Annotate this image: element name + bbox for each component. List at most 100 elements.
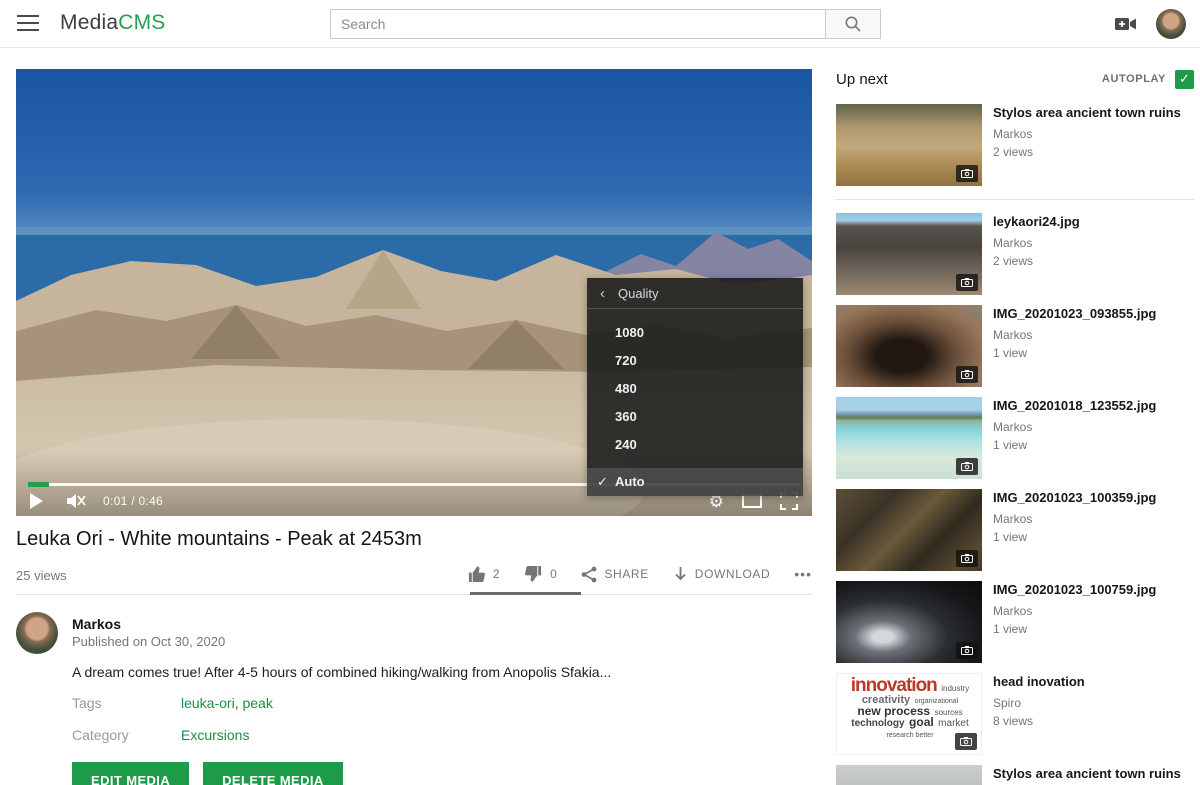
thumbs-down-icon [524,565,543,583]
like-count: 2 [493,567,500,581]
camera-badge [956,550,978,567]
item-title[interactable]: leykaori24.jpg [993,214,1080,230]
search-input[interactable] [330,9,825,39]
quality-option-720[interactable]: 720 [587,347,803,375]
item-title[interactable]: Stylos area ancient town ruins [993,105,1181,121]
hamburger-menu-icon[interactable] [17,15,39,31]
list-item[interactable]: innovation industry creativity organizat… [836,673,1194,755]
tags-label: Tags [72,695,102,711]
autoplay-control: AUTOPLAY ✓ [1102,70,1194,89]
thumbnail-img-093855 [836,305,982,387]
thumbnail-stylos-ruins-2 [836,765,982,785]
quality-option-240[interactable]: 240 [587,431,803,459]
autoplay-label: AUTOPLAY [1102,73,1166,85]
up-next-title: Up next [836,71,888,88]
quality-option-360[interactable]: 360 [587,403,803,431]
camera-icon [961,554,973,563]
item-author: Markos [993,420,1156,434]
dislike-button[interactable]: 0 [524,565,557,583]
cloud-word: industry [941,684,969,693]
camera-icon [961,462,973,471]
camera-badge [956,165,978,182]
share-label: SHARE [604,567,648,581]
list-item[interactable]: Stylos area ancient town ruins [836,765,1194,785]
camera-badge [956,458,978,475]
published-date: Published on Oct 30, 2020 [72,634,225,649]
camera-badge [956,642,978,659]
cloud-word: innovation [851,677,937,694]
list-item[interactable]: leykaori24.jpg Markos 2 views [836,213,1194,295]
download-icon [673,566,688,583]
quality-auto-label: Auto [615,474,645,489]
item-views: 2 views [993,254,1080,268]
autoplay-checkbox[interactable]: ✓ [1175,70,1194,89]
mediacms-page: MediaCMS [0,0,1200,785]
item-author: Markos [993,127,1181,141]
more-options-button[interactable]: ••• [794,566,812,582]
mediacms-logo[interactable]: MediaCMS [60,11,165,35]
list-item[interactable]: IMG_20201023_100759.jpg Markos 1 view [836,581,1194,663]
user-avatar[interactable] [1156,9,1186,39]
up-next-sidebar: Up next AUTOPLAY ✓ Stylos area ancient t… [836,68,1194,785]
category-label: Category [72,727,129,743]
download-button[interactable]: DOWNLOAD [673,566,770,583]
video-title: Leuka Ori - White mountains - Peak at 24… [16,528,716,551]
chevron-left-icon: ‹ [600,285,605,302]
list-item[interactable]: IMG_20201023_093855.jpg Markos 1 view [836,305,1194,387]
item-title[interactable]: IMG_20201018_123552.jpg [993,398,1156,414]
top-navigation-bar: MediaCMS [0,0,1200,48]
volume-muted-icon [65,492,87,510]
camera-badge [956,366,978,383]
video-description: A dream comes true! After 4-5 hours of c… [72,664,692,680]
item-views: 1 view [993,530,1156,544]
quality-option-auto[interactable]: ✓Auto [587,468,803,496]
video-upload-icon [1114,14,1138,34]
item-views: 1 view [993,346,1156,360]
cloud-word: goal [909,718,934,727]
delete-media-button[interactable]: DELETE MEDIA [203,762,343,785]
search-icon [844,15,862,33]
item-title[interactable]: IMG_20201023_100759.jpg [993,582,1156,598]
list-item[interactable]: IMG_20201023_100359.jpg Markos 1 view [836,489,1194,571]
list-item[interactable]: IMG_20201018_123552.jpg Markos 1 view [836,397,1194,479]
quality-option-1080[interactable]: 1080 [587,319,803,347]
item-author: Markos [993,604,1156,618]
thumbnail-img-100359 [836,489,982,571]
logo-media-text: Media [60,11,118,34]
search-button[interactable] [825,9,881,39]
upload-media-button[interactable] [1114,14,1138,34]
logo-cms-text: CMS [118,11,165,34]
theater-mode-icon[interactable] [742,494,762,508]
edit-media-button[interactable]: EDIT MEDIA [72,762,189,785]
list-item[interactable]: Stylos area ancient town ruins Markos 2 … [836,104,1194,186]
cloud-word: market [938,719,969,728]
share-button[interactable]: SHARE [581,566,648,583]
item-author: Markos [993,512,1156,526]
quality-option-480[interactable]: 480 [587,375,803,403]
camera-icon [961,646,973,655]
tag-link-leuka-ori[interactable]: leuka-ori [181,695,235,711]
check-icon: ✓ [597,468,615,496]
quality-menu: ‹ Quality 1080 720 480 360 240 ✓Auto [587,278,803,496]
tag-link-peak[interactable]: peak [242,695,272,711]
item-title[interactable]: IMG_20201023_100359.jpg [993,490,1156,506]
thumbnail-img-123552 [836,397,982,479]
camera-badge [955,733,977,750]
author-name[interactable]: Markos [72,616,121,632]
item-author: Markos [993,328,1156,342]
quality-menu-back[interactable]: ‹ Quality [587,278,803,309]
thumbnail-stylos-ruins [836,104,982,186]
mute-button[interactable] [65,492,87,510]
item-title[interactable]: head inovation [993,674,1085,690]
author-avatar[interactable] [16,612,58,654]
play-button[interactable] [30,493,43,509]
item-title[interactable]: IMG_20201023_093855.jpg [993,306,1156,322]
like-button[interactable]: 2 [467,565,500,583]
search-bar [330,9,881,39]
category-link-excursions[interactable]: Excursions [181,727,249,743]
video-player[interactable]: 0:01 / 0:46 ⚙ ‹ Quality 1080 720 480 360… [16,69,812,516]
cloud-word: sources [935,708,963,717]
item-title[interactable]: Stylos area ancient town ruins [993,766,1181,782]
item-author: Spiro [993,696,1085,710]
quality-menu-title: Quality [618,286,658,301]
